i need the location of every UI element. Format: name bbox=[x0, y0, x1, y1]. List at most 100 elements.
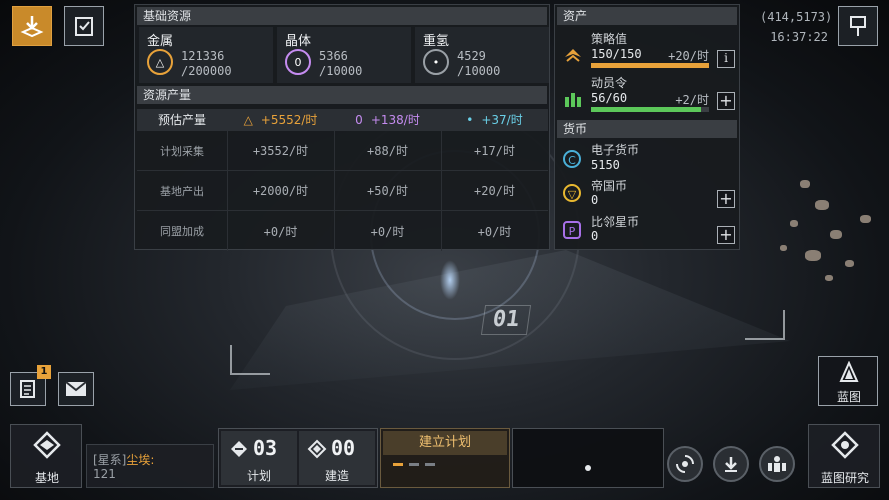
plan-icon bbox=[231, 441, 247, 457]
download-base-icon bbox=[20, 16, 44, 38]
create-plan-panel: 建立计划 bbox=[380, 428, 510, 488]
crystal-icon: 0 bbox=[355, 112, 363, 127]
sector-code[interactable]: 01 bbox=[480, 305, 532, 335]
sector-corner-bl bbox=[230, 345, 270, 375]
location-value: 121 bbox=[93, 467, 116, 481]
base-button[interactable]: 基地 bbox=[10, 424, 82, 488]
metal-icon: △ bbox=[243, 112, 253, 127]
download-arrow-icon bbox=[725, 457, 737, 472]
currency-value: 0 bbox=[591, 229, 599, 243]
row-value: +50/时 bbox=[367, 184, 408, 198]
galaxy-icon bbox=[676, 455, 694, 473]
currency-name: 电子货币 bbox=[591, 143, 640, 157]
task-list-button[interactable] bbox=[64, 6, 104, 46]
row-label: 计划采集 bbox=[160, 144, 204, 158]
build-mode-button[interactable] bbox=[12, 6, 52, 46]
strategy-icon bbox=[565, 49, 581, 62]
resource-current: 121336 bbox=[181, 49, 225, 63]
crystal-icon: 0 bbox=[285, 49, 311, 75]
map-marker-button[interactable] bbox=[838, 6, 878, 46]
blueprint-research-button[interactable]: 蓝图研究 bbox=[808, 424, 880, 488]
create-plan-button[interactable]: 建立计划 bbox=[383, 431, 507, 455]
deuterium-icon: • bbox=[423, 49, 449, 75]
resource-deuterium[interactable]: 重氢 • 4529 /10000 bbox=[415, 27, 549, 83]
currency-name: 帝国币 bbox=[591, 179, 628, 193]
resource-current: 4529 bbox=[457, 49, 486, 63]
clock: 16:37:22 bbox=[770, 30, 828, 44]
resource-current: 5366 bbox=[319, 49, 348, 63]
plan-count: 03 bbox=[253, 436, 278, 460]
research-icon bbox=[831, 431, 859, 459]
mobilize-icon bbox=[565, 93, 581, 107]
blueprint-label: 蓝图 bbox=[836, 390, 861, 404]
location-name: 尘埃: bbox=[126, 453, 155, 467]
row-value: +3552/时 bbox=[252, 144, 309, 158]
build-count: 00 bbox=[331, 436, 356, 460]
row-value: +20/时 bbox=[474, 184, 515, 198]
document-icon bbox=[20, 380, 35, 398]
proxima-coin-icon: P bbox=[563, 221, 581, 239]
plan-button[interactable]: 03 计划 bbox=[221, 431, 297, 485]
row-value: +0/时 bbox=[263, 224, 298, 239]
resource-crystal[interactable]: 晶体 0 5366 /10000 bbox=[277, 27, 411, 83]
header-deuterium: • +37/时 bbox=[466, 112, 523, 128]
plan-label: 计划 bbox=[246, 469, 271, 483]
mobilize-add-button[interactable]: + bbox=[717, 92, 735, 110]
proxima-coin-add-button[interactable]: + bbox=[717, 226, 735, 244]
mobilize-name: 动员令 bbox=[591, 76, 628, 90]
plan-slot-indicator bbox=[393, 463, 403, 466]
galaxy-button[interactable] bbox=[667, 446, 703, 482]
location-info[interactable]: [星系]尘埃: 121 bbox=[86, 444, 214, 488]
resource-name: 金属 bbox=[147, 34, 174, 49]
asteroid bbox=[860, 215, 871, 223]
mobilize-value: 56/60 bbox=[591, 91, 628, 105]
asteroid bbox=[825, 275, 833, 281]
header-metal: △ +5552/时 bbox=[243, 112, 318, 128]
asteroid bbox=[815, 200, 829, 210]
asteroid bbox=[790, 220, 798, 227]
table-row: 基地产出 +2000/时 +50/时 +20/时 bbox=[137, 171, 548, 211]
base-icon bbox=[33, 431, 61, 459]
resource-max: /10000 bbox=[319, 64, 363, 78]
currency-name: 比邻星币 bbox=[591, 215, 640, 229]
resource-max: /10000 bbox=[457, 64, 501, 78]
strategy-info-button[interactable]: i bbox=[717, 50, 735, 68]
strategy-value: 150/150 bbox=[591, 47, 642, 61]
row-value: +0/时 bbox=[477, 224, 512, 239]
mail-button[interactable] bbox=[58, 372, 94, 406]
checklist-icon bbox=[75, 17, 93, 36]
header-label: 预估产量 bbox=[157, 113, 206, 127]
column-divider bbox=[441, 109, 442, 251]
locate-button[interactable] bbox=[713, 446, 749, 482]
currency-value: 5150 bbox=[591, 158, 620, 172]
resource-name: 重氢 bbox=[423, 34, 450, 49]
empire-coin-add-button[interactable]: + bbox=[717, 190, 735, 208]
minimap[interactable] bbox=[512, 428, 664, 488]
currency-value: 0 bbox=[591, 193, 599, 207]
strategy-bar bbox=[591, 63, 709, 68]
resource-name: 晶体 bbox=[285, 34, 312, 49]
table-row: 计划采集 +3552/时 +88/时 +17/时 bbox=[137, 131, 548, 171]
currency-header: 货币 bbox=[557, 120, 737, 138]
alliance-icon bbox=[768, 456, 786, 472]
notification-badge: 1 bbox=[37, 365, 51, 379]
column-divider bbox=[334, 109, 335, 251]
empire-coin-icon: ▽ bbox=[563, 184, 581, 202]
resource-panel: 基础资源 金属 △ 121336 /200000 晶体 0 5366 /1000… bbox=[134, 4, 550, 251]
station-glow bbox=[440, 260, 460, 300]
alliance-button[interactable] bbox=[759, 446, 795, 482]
strategy-bar-fill bbox=[591, 63, 709, 68]
asteroid bbox=[830, 230, 842, 239]
resource-max: /200000 bbox=[181, 64, 232, 78]
plan-slot-indicator bbox=[425, 463, 435, 466]
resource-metal[interactable]: 金属 △ 121336 /200000 bbox=[139, 27, 273, 83]
e-currency-icon: C bbox=[563, 150, 581, 168]
blueprint-button[interactable]: 蓝图 bbox=[818, 356, 878, 406]
build-button[interactable]: 00 建造 bbox=[299, 431, 375, 485]
research-label: 蓝图研究 bbox=[820, 471, 869, 485]
plan-slot-indicator bbox=[409, 463, 419, 466]
table-row: 同盟加成 +0/时 +0/时 +0/时 bbox=[137, 211, 548, 251]
metal-icon: △ bbox=[147, 49, 173, 75]
assets-panel: 资产 策略值 150/150 +20/时 i 动员令 56/60 +2/时 + … bbox=[554, 4, 740, 250]
row-value: +0/时 bbox=[370, 224, 405, 239]
